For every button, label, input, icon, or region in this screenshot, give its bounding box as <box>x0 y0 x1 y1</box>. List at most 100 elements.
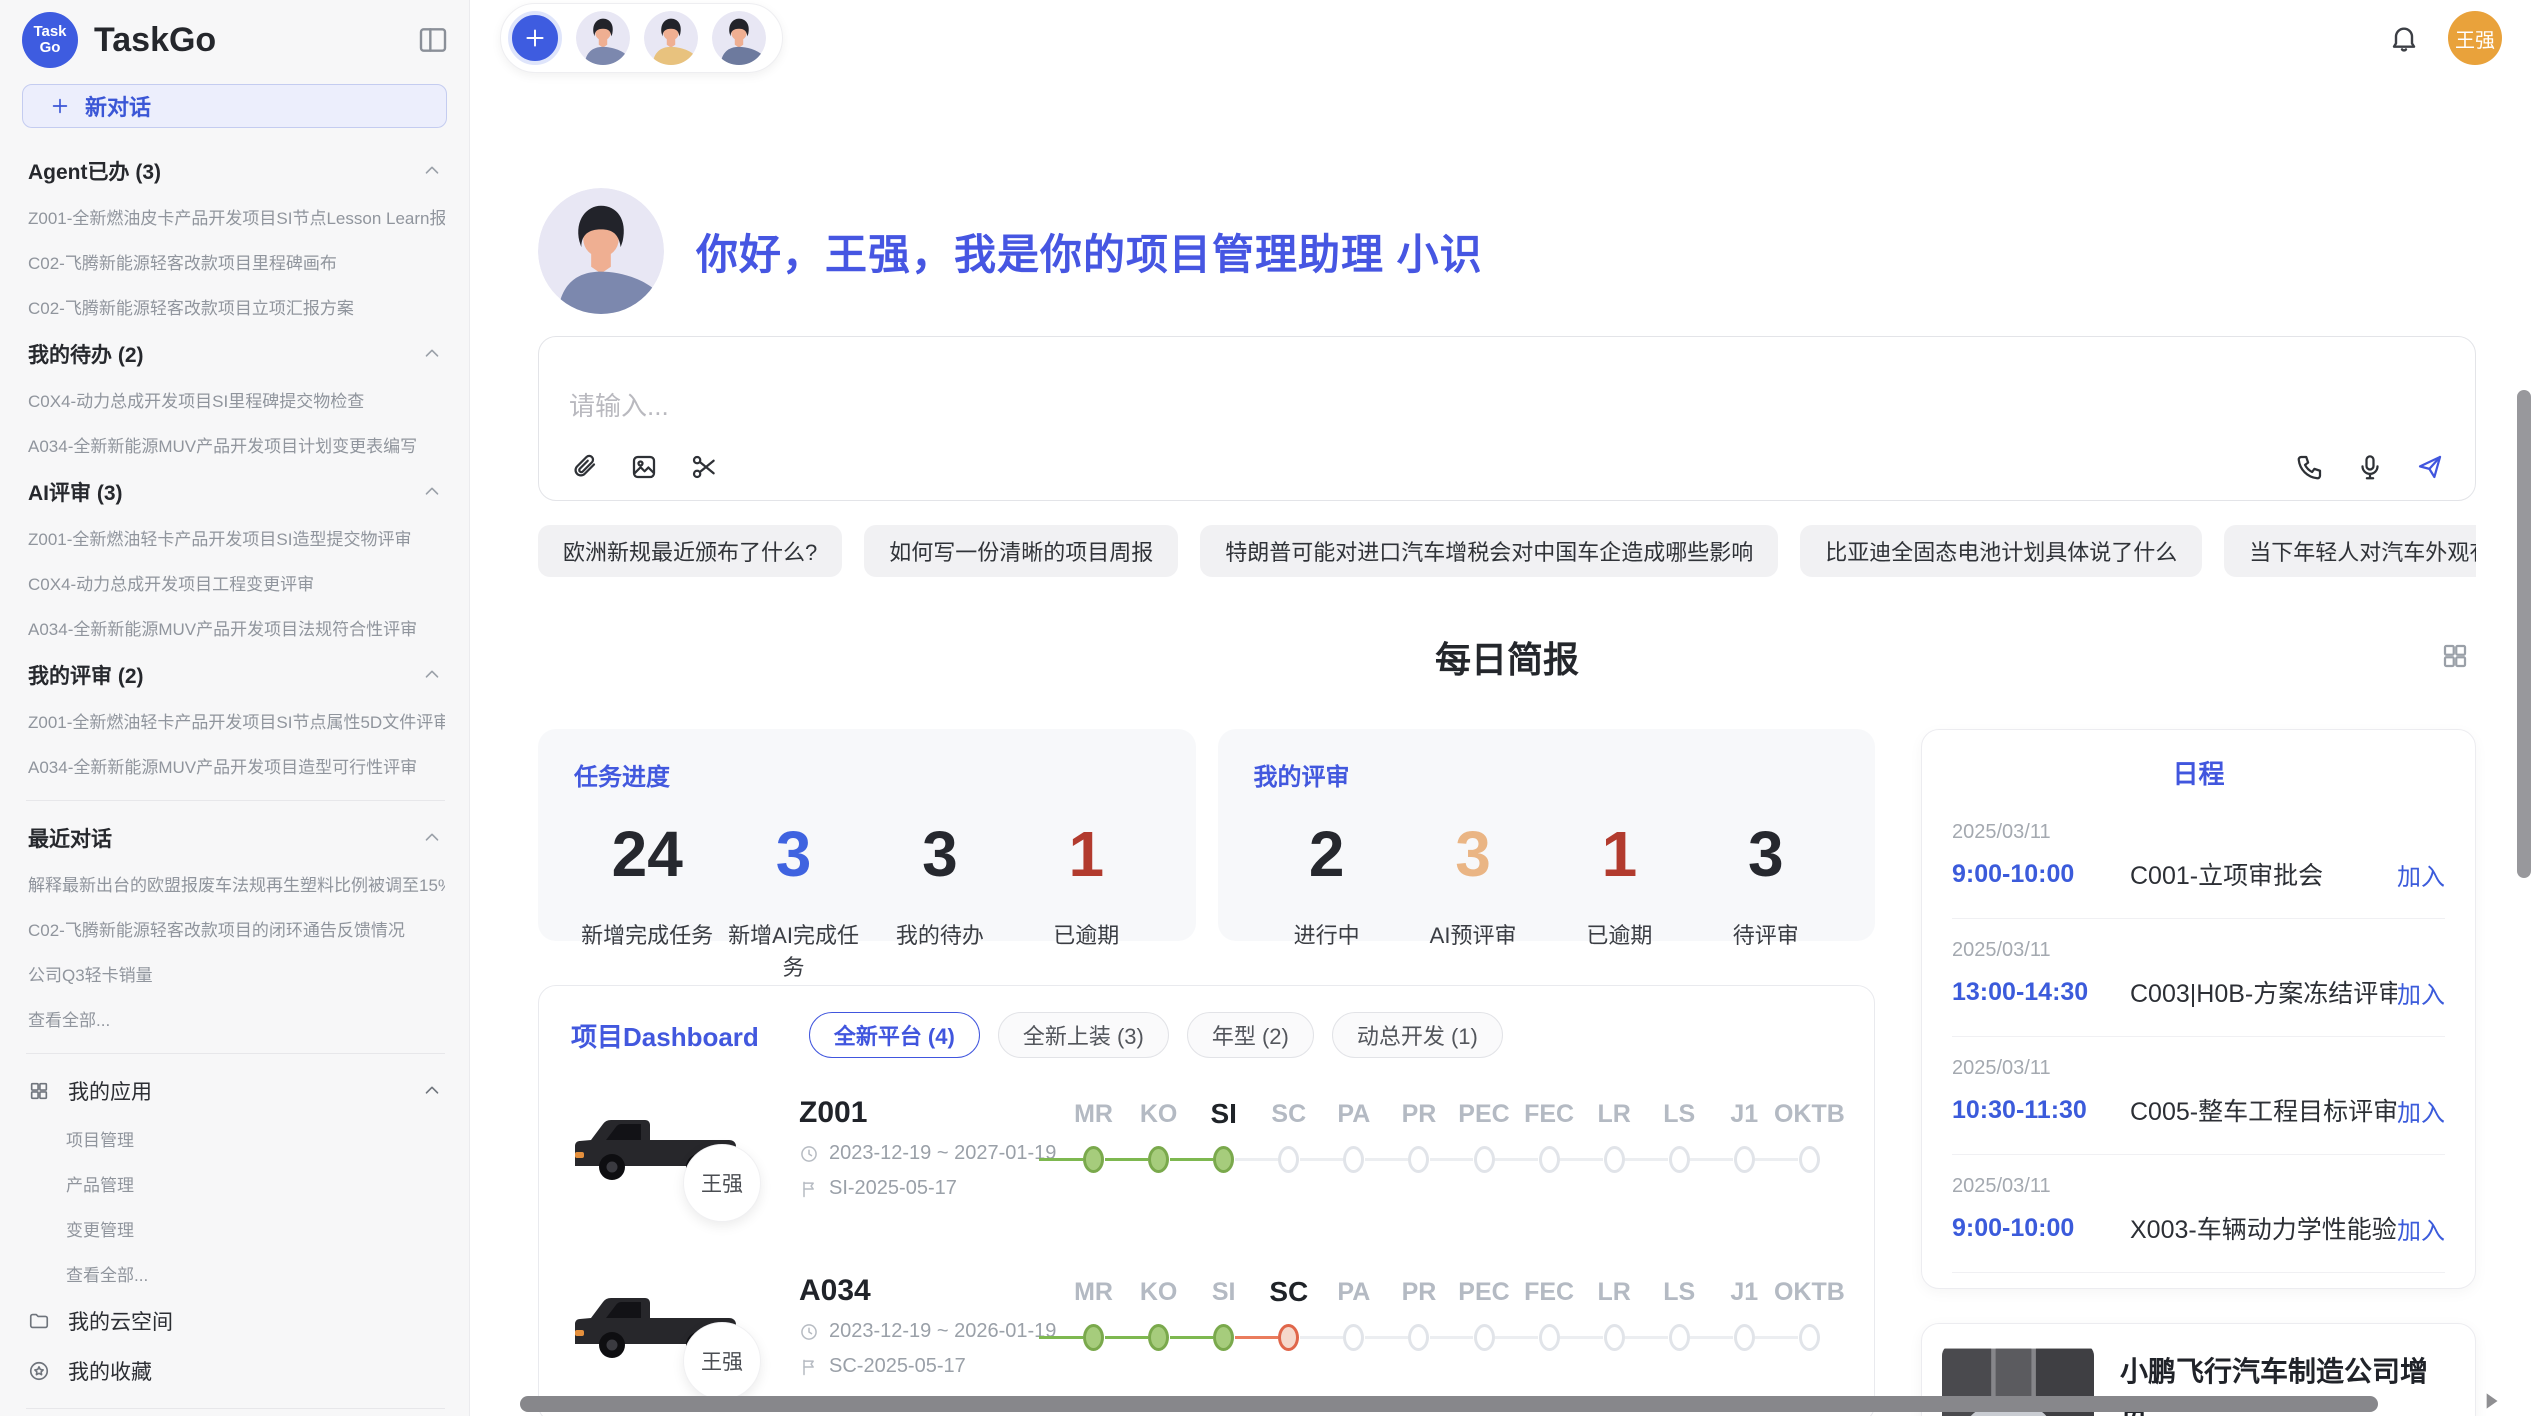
app-link-item[interactable]: 产品管理 <box>26 1161 445 1206</box>
sidebar-section-header[interactable]: 我的待办 (2) <box>26 329 445 377</box>
recent-chat-item[interactable]: 公司Q3轻卡销量 <box>26 951 445 996</box>
sidebar-task-item[interactable]: C0X4-动力总成开发项目工程变更评审 <box>26 560 445 605</box>
recent-chat-item[interactable]: 解释最新出台的欧盟报废车法规再生塑料比例被调至15%... <box>26 861 445 906</box>
send-icon[interactable] <box>2415 452 2445 482</box>
schedule-date: 2025/03/11 <box>1952 1057 2445 1080</box>
attachment-icon[interactable] <box>569 452 599 482</box>
project-list: 王强 Z001 2023-12-19 ~ 2027-01-19 <box>571 1094 1842 1414</box>
chevron-up-icon <box>421 664 443 686</box>
sidebar-section-title: Agent已办 (3) <box>28 156 161 186</box>
stat: 1 已逾期 <box>1546 822 1692 950</box>
add-assistant-button[interactable] <box>508 11 562 65</box>
composer <box>538 336 2476 501</box>
milestone-station: SI <box>1191 1276 1256 1351</box>
my-apps-items: 项目管理产品管理变更管理 <box>26 1116 445 1251</box>
sidebar-task-item[interactable]: A034-全新新能源MUV产品开发项目计划变更表编写 <box>26 422 445 467</box>
join-meeting-link[interactable]: 加入 <box>2397 1093 2445 1128</box>
stat-value: 3 <box>1400 822 1546 886</box>
sidebar-task-item[interactable]: C0X4-动力总成开发项目SI里程碑提交物检查 <box>26 377 445 422</box>
project-dates-text: 2023-12-19 ~ 2027-01-19 <box>829 1142 1056 1165</box>
sidebar-task-item[interactable]: Z001-全新燃油轻卡产品开发项目SI造型提交物评审 <box>26 515 445 560</box>
image-upload-icon[interactable] <box>629 452 659 482</box>
assistant-avatar-2[interactable] <box>644 11 698 65</box>
recent-chat-item[interactable]: C02-飞腾新能源轻客改款项目的闭环通告反馈情况 <box>26 906 445 951</box>
sidebar-divider <box>26 1053 445 1054</box>
dashboard-filter-tab[interactable]: 全新上装 (3) <box>998 1012 1169 1058</box>
milestone-label: J1 <box>1730 1276 1758 1308</box>
suggestion-chip[interactable]: 欧洲新规最近颁布了什么? <box>538 525 842 577</box>
milestone-node <box>1083 1146 1104 1173</box>
sidebar-section-header[interactable]: 我的评审 (2) <box>26 650 445 698</box>
my-apps-title: 我的应用 <box>68 1076 152 1106</box>
sidebar-collapse-button[interactable] <box>417 24 449 56</box>
sidebar-section-header[interactable]: Agent已办 (3) <box>26 146 445 194</box>
cloud-folder-icon <box>28 1310 50 1332</box>
suggestion-chips: 欧洲新规最近颁布了什么? 如何写一份清晰的项目周报特朗普可能对进口汽车增税会对中国… <box>538 525 2476 577</box>
milestone-station: FEC <box>1517 1276 1582 1351</box>
phone-call-icon[interactable] <box>2295 452 2325 482</box>
schedule-event-title: C001-立项审批会 <box>2130 856 2397 892</box>
sidebar-section-title: 我的评审 (2) <box>28 660 144 690</box>
schedule-time: 9:00-10:00 <box>1952 860 2130 889</box>
project-row[interactable]: 王强 Z001 2023-12-19 ~ 2027-01-19 <box>571 1094 1842 1236</box>
assistant-avatar-3[interactable] <box>712 11 766 65</box>
apps-view-all-link[interactable]: 查看全部... <box>26 1251 445 1296</box>
sidebar-task-item[interactable]: C02-飞腾新能源轻客改款项目里程碑画布 <box>26 239 445 284</box>
chat-input[interactable] <box>569 391 1731 422</box>
suggestion-chip[interactable]: 当下年轻人对汽车外观有怎样的喜好趋势 <box>2224 525 2476 577</box>
project-row[interactable]: 王强 A034 2023-12-19 ~ 2026-01-19 <box>571 1272 1842 1414</box>
suggestion-chip[interactable]: 如何写一份清晰的项目周报 <box>864 525 1178 577</box>
microphone-icon[interactable] <box>2355 452 2385 482</box>
sidebar-item-cloud-space[interactable]: 我的云空间 <box>26 1296 445 1346</box>
dashboard-filter-tab[interactable]: 年型 (2) <box>1187 1012 1314 1058</box>
milestone-station: SC <box>1256 1276 1321 1351</box>
sidebar-section-header-recent[interactable]: 最近对话 <box>26 813 445 861</box>
assistant-avatar-1[interactable] <box>576 11 630 65</box>
app-link-item[interactable]: 项目管理 <box>26 1116 445 1161</box>
join-meeting-link[interactable]: 加入 <box>2397 1211 2445 1246</box>
dashboard-filter-tab[interactable]: 动总开发 (1) <box>1332 1012 1503 1058</box>
project-flag-text: SI-2025-05-17 <box>829 1177 957 1200</box>
star-badge-icon <box>28 1360 50 1382</box>
milestone-node <box>1734 1324 1755 1351</box>
sidebar-task-item[interactable]: Z001-全新燃油皮卡产品开发项目SI节点Lesson Learn报告 <box>26 194 445 239</box>
plus-icon <box>522 25 548 51</box>
milestone-node <box>1148 1324 1169 1351</box>
sidebar-item-favorites[interactable]: 我的收藏 <box>26 1346 445 1396</box>
vertical-scrollbar[interactable] <box>2517 390 2531 878</box>
milestone-node <box>1669 1324 1690 1351</box>
join-meeting-link[interactable]: 加入 <box>2397 975 2445 1010</box>
sidebar-task-item[interactable]: Z001-全新燃油轻卡产品开发项目SI节点属性5D文件评审 <box>26 698 445 743</box>
dashboard-filter-tab[interactable]: 全新平台 (4) <box>809 1012 980 1058</box>
stat-value: 1 <box>1546 822 1692 886</box>
screenshot-scissors-icon[interactable] <box>689 452 719 482</box>
sidebar-task-item[interactable]: C02-飞腾新能源轻客改款项目立项汇报方案 <box>26 284 445 329</box>
stat-label: 已逾期 <box>1013 918 1159 950</box>
topbar-right: 王强 <box>2388 11 2512 65</box>
layout-grid-icon[interactable] <box>2440 641 2470 671</box>
schedule-event-title: C003|H0B-方案冻结评审 <box>2130 974 2397 1010</box>
suggestion-chip[interactable]: 比亚迪全固态电池计划具体说了什么 <box>1800 525 2202 577</box>
milestone-node <box>1474 1146 1495 1173</box>
new-chat-button[interactable]: 新对话 <box>22 84 447 128</box>
news-next-button[interactable] <box>2478 1388 2504 1416</box>
stat-label: 新增完成任务 <box>574 918 720 950</box>
new-chat-label: 新对话 <box>85 90 151 122</box>
sidebar-task-item[interactable]: A034-全新新能源MUV产品开发项目法规符合性评审 <box>26 605 445 650</box>
project-info: Z001 2023-12-19 ~ 2027-01-19 <box>799 1094 1061 1200</box>
milestone-station: MR <box>1061 1276 1126 1351</box>
notifications-bell-icon[interactable] <box>2388 22 2420 54</box>
project-owner-badge: 王强 <box>683 1322 761 1400</box>
sidebar-task-item[interactable]: A034-全新新能源MUV产品开发项目造型可行性评审 <box>26 743 445 788</box>
user-avatar[interactable]: 王强 <box>2448 11 2502 65</box>
sidebar-my-apps-header[interactable]: 我的应用 <box>26 1066 445 1116</box>
horizontal-scrollbar[interactable] <box>520 1396 2378 1412</box>
sidebar-section-header[interactable]: AI评审 (3) <box>26 467 445 515</box>
milestone-label: OKTB <box>1774 1276 1845 1308</box>
app-link-item[interactable]: 变更管理 <box>26 1206 445 1251</box>
milestone-node <box>1799 1324 1820 1351</box>
recent-view-all-link[interactable]: 查看全部... <box>26 996 445 1041</box>
suggestion-chip[interactable]: 特朗普可能对进口汽车增税会对中国车企造成哪些影响 <box>1200 525 1778 577</box>
join-meeting-link[interactable]: 加入 <box>2397 857 2445 892</box>
milestone-station: PEC <box>1451 1276 1516 1351</box>
